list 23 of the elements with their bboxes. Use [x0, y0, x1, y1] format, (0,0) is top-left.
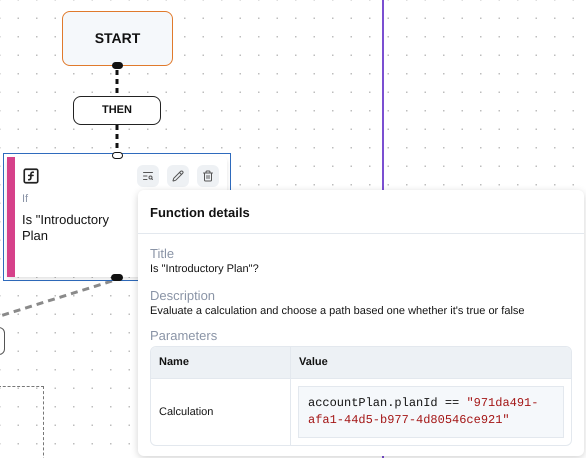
edge-handle[interactable] [112, 62, 123, 69]
column-header: Name [151, 347, 291, 378]
section-text: Evaluate a calculation and choose a path based one whether it's true or false [150, 304, 526, 319]
trash-icon [202, 170, 214, 182]
pencil-icon [172, 170, 184, 182]
details-button[interactable] [137, 165, 159, 187]
column-header: Value [298, 355, 329, 370]
section-label: Description [150, 288, 216, 304]
function-icon [22, 167, 40, 185]
node-title: Is "Introductory Plan [22, 212, 110, 244]
edit-button[interactable] [167, 165, 189, 187]
code-block: accountPlan.planId == "971da491-afa1-44d5-b977-4d80546ce921" [298, 386, 564, 438]
edge-handle[interactable] [111, 274, 123, 281]
table-cell: Calculation [151, 379, 291, 445]
section-label: Title [150, 246, 176, 262]
delete-button[interactable] [197, 165, 219, 187]
section-label: Parameters [150, 328, 218, 344]
dashed-group-frame [0, 386, 44, 458]
then-node[interactable]: THEN [73, 96, 161, 125]
start-node[interactable]: START [62, 11, 173, 66]
node-type-label: If [22, 192, 30, 207]
search-list-icon [142, 170, 154, 182]
edge-handle[interactable] [112, 152, 123, 159]
